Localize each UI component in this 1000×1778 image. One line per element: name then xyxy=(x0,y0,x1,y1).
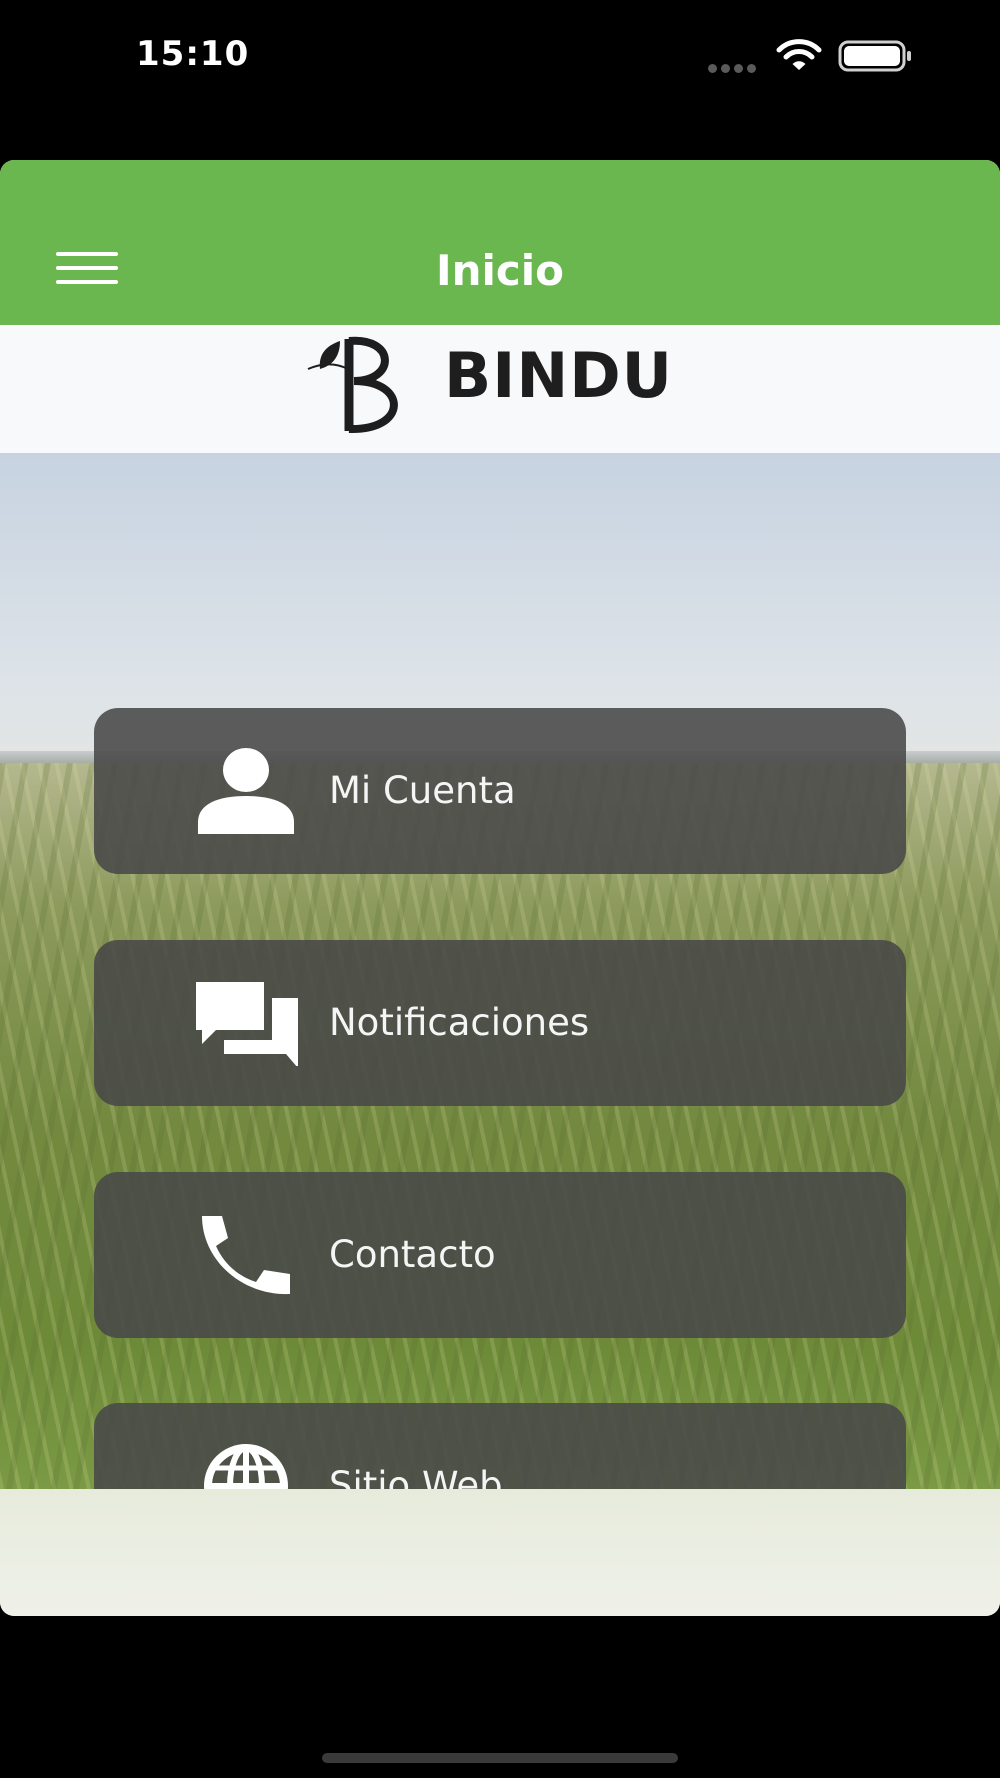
contacto-button[interactable]: Contacto xyxy=(94,1172,906,1338)
status-bar: 15:10 xyxy=(0,0,1000,160)
home-indicator[interactable] xyxy=(322,1753,678,1763)
app-screen: Inicio BINDU Mi Cuenta Notificaciones Co… xyxy=(0,160,1000,1616)
battery-icon xyxy=(838,40,911,72)
notificaciones-label: Notificaciones xyxy=(329,1001,590,1044)
sitio-web-label: Sitio Web xyxy=(329,1464,503,1489)
phone-icon xyxy=(202,1216,290,1295)
contacto-label: Contacto xyxy=(329,1233,496,1276)
person-icon xyxy=(198,748,294,834)
logo-banner: BINDU xyxy=(0,325,1000,453)
background-image: Mi Cuenta Notificaciones Contacto Sitio … xyxy=(0,453,1000,1489)
bindu-logo-icon xyxy=(307,336,398,434)
bottom-area xyxy=(0,1489,1000,1616)
chat-bubbles-icon xyxy=(196,982,298,1066)
app-header: Inicio xyxy=(0,160,1000,325)
page-title: Inicio xyxy=(435,246,565,295)
mi-cuenta-button[interactable]: Mi Cuenta xyxy=(94,708,906,874)
notificaciones-button[interactable]: Notificaciones xyxy=(94,940,906,1106)
status-time: 15:10 xyxy=(136,34,250,74)
mi-cuenta-label: Mi Cuenta xyxy=(329,769,516,812)
globe-icon xyxy=(204,1444,288,1489)
cellular-signal-icon xyxy=(708,60,760,78)
sitio-web-button[interactable]: Sitio Web xyxy=(94,1403,906,1489)
logo-text: BINDU xyxy=(444,339,674,412)
wifi-icon xyxy=(776,39,822,70)
